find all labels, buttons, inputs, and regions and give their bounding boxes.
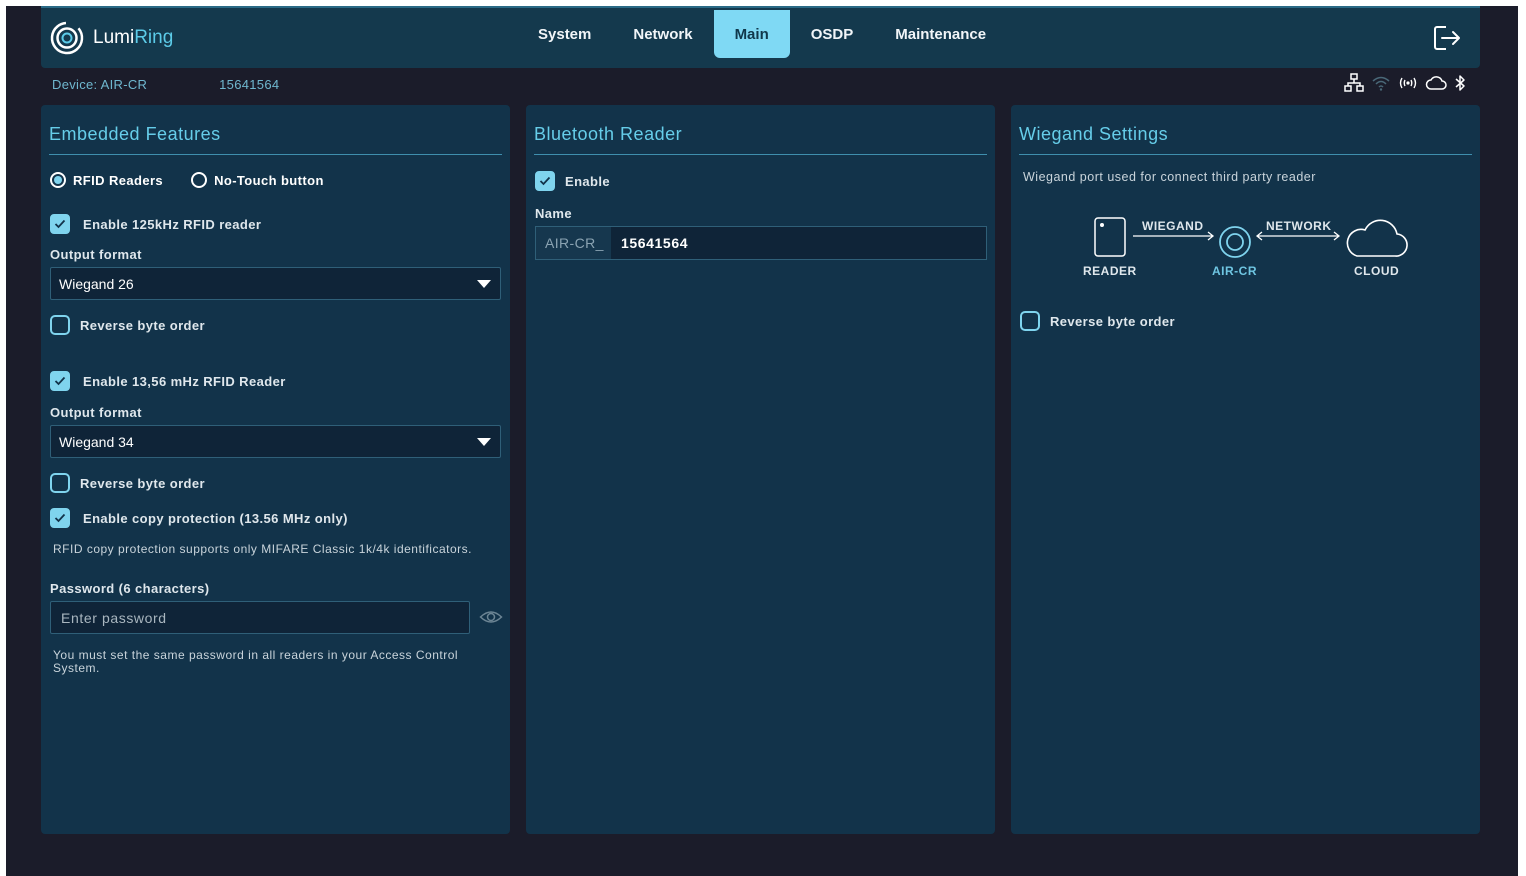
embedded-features-panel: Embedded Features RFID Readers No-Touch … <box>41 105 510 834</box>
tab-maintenance[interactable]: Maintenance <box>874 10 1007 58</box>
brand-logo[interactable]: LumiRing <box>49 20 173 56</box>
output-format-125-select[interactable]: Wiegand 26 <box>50 267 501 300</box>
bluetooth-name-label: Name <box>535 206 573 221</box>
wiegand-reverse-byte-checkbox[interactable]: Reverse byte order <box>1020 311 1175 331</box>
show-password-button[interactable] <box>479 608 503 631</box>
brand-name-part2: Ring <box>134 27 174 48</box>
wiegand-link-label: WIEGAND <box>1142 219 1204 233</box>
checkbox-unchecked-icon <box>50 473 70 493</box>
copy-protection-checkbox[interactable]: Enable copy protection (13.56 MHz only) <box>50 508 348 528</box>
top-navigation-bar: LumiRing System Network Main OSDP Mainte… <box>41 6 1480 68</box>
logout-icon <box>1434 26 1460 50</box>
chevron-down-icon <box>477 437 491 446</box>
wiegand-settings-panel: Wiegand Settings Wiegand port used for c… <box>1011 105 1480 834</box>
logout-button[interactable] <box>1432 24 1462 57</box>
embedded-features-title: Embedded Features <box>49 124 502 155</box>
bluetooth-enable-label: Enable <box>565 173 611 189</box>
enable-1356-checkbox[interactable]: Enable 13,56 mHz RFID Reader <box>50 371 286 391</box>
bluetooth-icon <box>1455 75 1465 91</box>
wiegand-description: Wiegand port used for connect third part… <box>1023 170 1316 184</box>
radio-rfid-readers-label: RFID Readers <box>73 172 164 188</box>
bluetooth-enable-checkbox[interactable]: Enable <box>535 171 610 191</box>
bluetooth-name-prefix: AIR-CR_ <box>536 227 611 259</box>
device-serial: 15641564 <box>219 77 280 92</box>
enable-125khz-label: Enable 125kHz RFID reader <box>83 216 262 232</box>
checkbox-unchecked-icon <box>50 315 70 335</box>
bluetooth-name-input[interactable]: 15641564 <box>611 227 986 259</box>
output-format-125-value: Wiegand 26 <box>59 275 134 292</box>
radio-no-touch-label: No-Touch button <box>214 172 324 188</box>
tab-main[interactable]: Main <box>713 10 790 58</box>
reverse-byte-1356-checkbox[interactable]: Reverse byte order <box>50 473 205 493</box>
tab-network[interactable]: Network <box>612 10 713 58</box>
reader-icon <box>1094 217 1126 257</box>
reverse-byte-125-label: Reverse byte order <box>80 317 205 333</box>
network-link-label: NETWORK <box>1266 219 1332 233</box>
enable-125khz-checkbox[interactable]: Enable 125kHz RFID reader <box>50 214 261 234</box>
output-format-1356-select[interactable]: Wiegand 34 <box>50 425 501 458</box>
reader-label: READER <box>1083 264 1137 278</box>
tab-system[interactable]: System <box>517 10 612 58</box>
cloud-icon <box>1425 76 1447 90</box>
wiegand-settings-title: Wiegand Settings <box>1019 124 1472 155</box>
brand-name-part1: Lumi <box>93 27 135 48</box>
output-format-1356-label: Output format <box>50 405 142 420</box>
brand-name: LumiRing <box>93 27 173 49</box>
wiegand-reverse-byte-label: Reverse byte order <box>1050 313 1175 329</box>
radio-rfid-readers[interactable]: RFID Readers <box>50 172 163 188</box>
eye-icon <box>479 611 503 623</box>
output-format-1356-value: Wiegand 34 <box>59 433 134 450</box>
radio-rfid-readers-icon <box>50 172 66 188</box>
network-icon <box>1344 73 1364 92</box>
air-cr-label: AIR-CR <box>1212 264 1257 278</box>
wifi-icon <box>1372 76 1390 91</box>
enable-1356-label: Enable 13,56 mHz RFID Reader <box>83 373 286 389</box>
air-cr-device-icon <box>1219 226 1251 258</box>
checkbox-checked-icon <box>50 508 70 528</box>
password-note: You must set the same password in all re… <box>53 648 459 675</box>
bluetooth-name-field[interactable]: AIR-CR_ 15641564 <box>535 226 987 260</box>
chevron-down-icon <box>477 279 491 288</box>
reader-mode-group: RFID Readers No-Touch button <box>50 172 324 188</box>
checkbox-checked-icon <box>535 171 555 191</box>
status-icons <box>1343 73 1467 93</box>
reverse-byte-1356-label: Reverse byte order <box>80 475 205 491</box>
cloud-label: CLOUD <box>1354 264 1400 278</box>
checkbox-unchecked-icon <box>1020 311 1040 331</box>
bluetooth-reader-panel: Bluetooth Reader Enable Name AIR-CR_ 156… <box>526 105 995 834</box>
radio-no-touch-icon <box>191 172 208 188</box>
device-info: Device: AIR-CR 15641564 <box>52 77 279 92</box>
device-label: Device: AIR-CR <box>52 77 148 92</box>
bluetooth-reader-title: Bluetooth Reader <box>534 124 987 155</box>
output-format-125-label: Output format <box>50 247 142 262</box>
radio-no-touch-button[interactable]: No-Touch button <box>191 172 324 188</box>
reverse-byte-125-checkbox[interactable]: Reverse byte order <box>50 315 205 335</box>
tab-osdp[interactable]: OSDP <box>790 10 875 58</box>
password-input[interactable] <box>50 601 470 634</box>
copy-protection-label: Enable copy protection (13.56 MHz only) <box>83 510 348 526</box>
cloud-icon <box>1346 219 1408 257</box>
password-label: Password (6 characters) <box>50 581 210 596</box>
wiegand-diagram: WIEGAND NETWORK READER AIR-CR CLOUD <box>1071 210 1421 285</box>
checkbox-checked-icon <box>50 371 70 391</box>
copy-protection-note: RFID copy protection supports only MIFAR… <box>53 542 472 556</box>
lumiring-logo-icon <box>50 21 84 55</box>
checkbox-checked-icon <box>50 214 70 234</box>
main-tabs: System Network Main OSDP Maintenance <box>517 10 1007 58</box>
nfc-icon <box>1399 77 1417 89</box>
